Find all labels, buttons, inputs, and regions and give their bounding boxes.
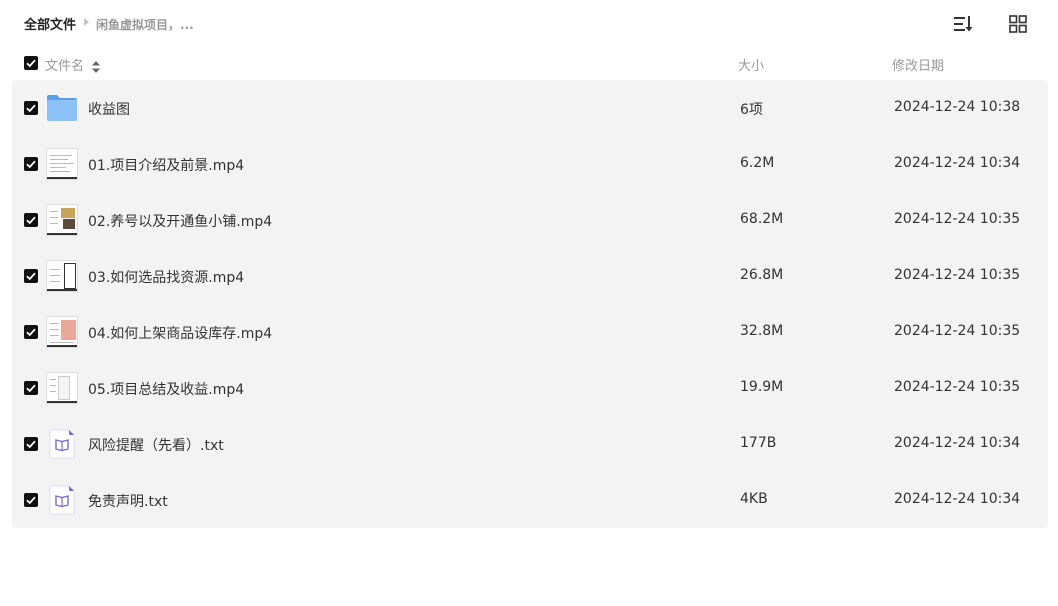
file-name[interactable]: 03.如何选品找资源.mp4 — [88, 267, 244, 287]
column-header-date[interactable]: 修改日期 — [892, 55, 944, 74]
file-size: 6.2M — [740, 155, 775, 171]
file-row[interactable]: 风险提醒（先看）.txt 177B 2024-12-24 10:34 — [12, 416, 1048, 472]
file-row[interactable]: 03.如何选品找资源.mp4 26.8M 2024-12-24 10:35 — [12, 248, 1048, 304]
file-row[interactable]: 02.养号以及开通鱼小铺.mp4 68.2M 2024-12-24 10:35 — [12, 192, 1048, 248]
file-name[interactable]: 风险提醒（先看）.txt — [88, 435, 224, 455]
row-checkbox[interactable] — [24, 381, 38, 395]
text-file-icon — [46, 428, 78, 460]
file-date: 2024-12-24 10:35 — [894, 379, 1021, 395]
file-date: 2024-12-24 10:34 — [894, 491, 1021, 507]
row-checkbox[interactable] — [24, 269, 38, 283]
file-name[interactable]: 05.项目总结及收益.mp4 — [88, 379, 244, 399]
file-size: 68.2M — [740, 211, 784, 227]
file-row[interactable]: 01.项目介绍及前景.mp4 6.2M 2024-12-24 10:34 — [12, 136, 1048, 192]
row-checkbox[interactable] — [24, 325, 38, 339]
sort-list-icon[interactable] — [953, 14, 973, 34]
file-name[interactable]: 02.养号以及开通鱼小铺.mp4 — [88, 211, 272, 231]
video-thumbnail — [46, 260, 78, 292]
file-size: 4KB — [740, 491, 768, 507]
breadcrumb-root[interactable]: 全部文件 — [24, 14, 76, 33]
file-size: 26.8M — [740, 267, 784, 283]
file-name[interactable]: 收益图 — [88, 99, 130, 119]
video-thumbnail — [46, 316, 78, 348]
file-name[interactable]: 01.项目介绍及前景.mp4 — [88, 155, 244, 175]
text-file-icon — [46, 484, 78, 516]
file-size: 19.9M — [740, 379, 784, 395]
row-checkbox[interactable] — [24, 493, 38, 507]
file-date: 2024-12-24 10:35 — [894, 323, 1021, 339]
column-header-name[interactable]: 文件名 — [45, 55, 84, 74]
file-date: 2024-12-24 10:35 — [894, 267, 1021, 283]
file-size: 6项 — [740, 102, 763, 118]
file-size: 177B — [740, 435, 777, 451]
file-date: 2024-12-24 10:38 — [894, 99, 1021, 115]
video-thumbnail — [46, 148, 78, 180]
file-row[interactable]: 05.项目总结及收益.mp4 19.9M 2024-12-24 10:35 — [12, 360, 1048, 416]
breadcrumb-current[interactable]: 闲鱼虚拟项目，... — [96, 16, 194, 33]
file-size: 32.8M — [740, 323, 784, 339]
top-bar: 全部文件 闲鱼虚拟项目，... — [0, 0, 1058, 48]
table-header: 文件名 大小 修改日期 — [12, 50, 1048, 78]
video-thumbnail — [46, 372, 78, 404]
file-date: 2024-12-24 10:35 — [894, 211, 1021, 227]
row-checkbox[interactable] — [24, 437, 38, 451]
folder-icon — [46, 92, 78, 124]
sort-toggle-icon[interactable] — [92, 58, 100, 73]
file-date: 2024-12-24 10:34 — [894, 155, 1021, 171]
row-checkbox[interactable] — [24, 101, 38, 115]
file-row[interactable]: 收益图 6项 2024-12-24 10:38 — [12, 80, 1048, 136]
row-checkbox[interactable] — [24, 157, 38, 171]
select-all-checkbox[interactable] — [24, 56, 38, 70]
video-thumbnail — [46, 204, 78, 236]
file-row[interactable]: 04.如何上架商品设库存.mp4 32.8M 2024-12-24 10:35 — [12, 304, 1048, 360]
column-header-size[interactable]: 大小 — [738, 55, 764, 74]
grid-view-icon[interactable] — [1008, 14, 1028, 34]
file-name[interactable]: 04.如何上架商品设库存.mp4 — [88, 323, 272, 343]
breadcrumb-separator-icon — [84, 18, 89, 26]
row-checkbox[interactable] — [24, 213, 38, 227]
file-list: 收益图 6项 2024-12-24 10:38 01.项目介绍及前景.mp4 6… — [12, 80, 1048, 528]
file-date: 2024-12-24 10:34 — [894, 435, 1021, 451]
file-row[interactable]: 免责声明.txt 4KB 2024-12-24 10:34 — [12, 472, 1048, 528]
file-name[interactable]: 免责声明.txt — [88, 491, 168, 511]
